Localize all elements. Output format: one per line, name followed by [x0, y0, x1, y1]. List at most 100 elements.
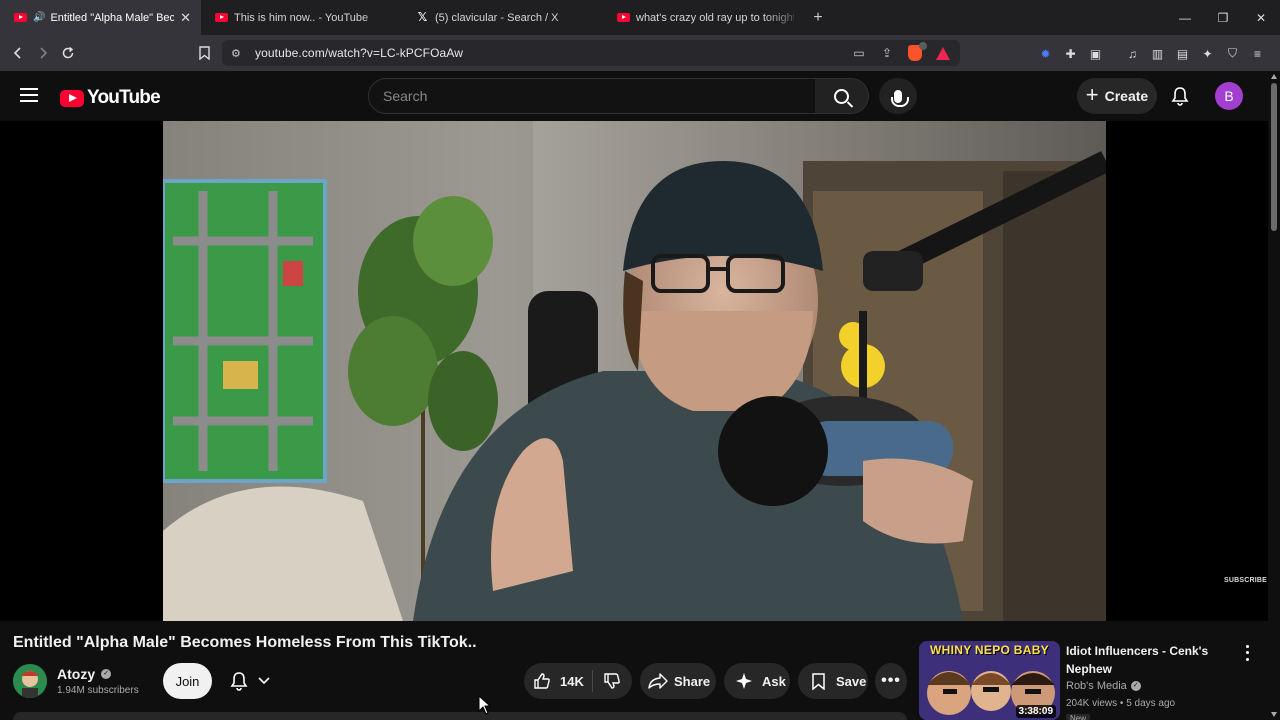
save-bookmark-icon	[808, 671, 828, 691]
extension-icon[interactable]: ✹	[1036, 44, 1055, 63]
scroll-up-icon[interactable]	[1271, 74, 1277, 79]
wallet-icon[interactable]: ▤	[1173, 44, 1192, 63]
page-scrollbar[interactable]	[1268, 71, 1280, 720]
recommended-video-title[interactable]: Idiot Influencers - Cenk's Nephew	[1066, 642, 1216, 678]
search-icon	[834, 88, 849, 104]
window-controls: — ❐ ✕	[1166, 0, 1280, 35]
search-button[interactable]	[815, 78, 869, 114]
screenshot-icon[interactable]: ▣	[1086, 44, 1105, 63]
back-icon[interactable]	[6, 41, 30, 65]
dislike-button[interactable]	[593, 671, 631, 691]
notifications-bell-icon[interactable]	[1169, 85, 1191, 107]
ask-label: Ask	[762, 673, 786, 689]
browser-tab[interactable]: 𝕏 (5) clavicular - Search / X	[402, 0, 603, 35]
thumbnail-caption: WHINY NEPO BABY	[930, 643, 1049, 657]
share-button[interactable]: Share	[640, 663, 716, 699]
account-avatar[interactable]: B	[1215, 82, 1243, 110]
subscription-notifications-button[interactable]	[220, 663, 280, 699]
more-actions-button[interactable]: •••	[875, 663, 907, 699]
sparkle-icon	[734, 671, 754, 691]
plus-icon: +	[1085, 82, 1099, 107]
vpn-icon[interactable]: ⛉	[1223, 44, 1242, 63]
channel-name-text: Atozy	[57, 666, 96, 682]
media-icon[interactable]: ♫	[1123, 44, 1142, 63]
reload-icon[interactable]	[56, 41, 80, 65]
url-text: youtube.com/watch?v=LC-kPCFOaAw	[255, 46, 463, 60]
like-button[interactable]: 14K	[524, 671, 592, 691]
restore-icon[interactable]: ❐	[1204, 0, 1242, 35]
youtube-favicon-icon	[215, 13, 228, 22]
address-bar[interactable]: ⚙ youtube.com/watch?v=LC-kPCFOaAw ▭ ⇪	[222, 40, 960, 66]
close-tab-icon[interactable]: ✕	[180, 10, 191, 26]
like-count: 14K	[560, 673, 584, 689]
microphone-icon	[891, 89, 909, 107]
recommended-channel-name: Rob's Media	[1066, 680, 1127, 692]
browser-toolbar: ⚙ youtube.com/watch?v=LC-kPCFOaAw ▭ ⇪ ✹ …	[0, 35, 1280, 71]
recommended-channel[interactable]: Rob's Media ✓	[1066, 680, 1141, 692]
like-dislike-group: 14K	[524, 663, 632, 699]
join-button[interactable]: Join	[163, 663, 212, 699]
create-button[interactable]: + Create	[1077, 78, 1157, 114]
recommended-video-meta: 204K views • 5 days ago	[1066, 698, 1176, 709]
bookmark-icon[interactable]	[192, 41, 216, 65]
youtube-play-icon	[60, 89, 84, 107]
brave-rewards-icon[interactable]	[934, 44, 952, 62]
share-page-icon[interactable]: ⇪	[878, 44, 896, 62]
search-input[interactable]	[369, 79, 815, 113]
hamburger-menu-icon[interactable]	[20, 88, 38, 102]
verified-check-icon: ✓	[101, 669, 112, 679]
thumbs-down-icon	[602, 671, 622, 691]
mouse-cursor-icon	[478, 695, 492, 715]
more-horizontal-icon: •••	[881, 672, 901, 689]
description-box-edge[interactable]	[13, 712, 907, 720]
verified-check-icon: ✓	[1130, 681, 1141, 691]
channel-avatar[interactable]	[13, 664, 47, 698]
browser-tab[interactable]: This is him now.. - YouTube	[201, 0, 402, 35]
forward-icon[interactable]	[31, 41, 55, 65]
share-arrow-icon	[648, 671, 668, 691]
search-box	[368, 78, 816, 114]
subscriber-count: 1.94M subscribers	[57, 685, 139, 696]
video-frame-image	[163, 121, 1106, 621]
save-button[interactable]: Save	[798, 663, 868, 699]
youtube-favicon-icon	[617, 13, 630, 22]
create-label: Create	[1104, 88, 1149, 104]
share-label: Share	[674, 673, 711, 689]
youtube-logo[interactable]: YouTube	[60, 87, 161, 109]
video-frame[interactable]	[163, 121, 1106, 621]
browser-menu-icon[interactable]: ≡	[1248, 44, 1267, 63]
sidebar-icon[interactable]: ▥	[1148, 44, 1167, 63]
subscribe-watermark[interactable]: SUBSCRIBE	[1224, 577, 1267, 584]
ask-button[interactable]: Ask	[724, 663, 790, 699]
browser-tab[interactable]: what's crazy old ray up to tonight? (g	[603, 0, 804, 35]
audio-playing-icon[interactable]: 🔊	[33, 12, 45, 23]
x-favicon-icon: 𝕏	[417, 10, 428, 24]
new-badge: New	[1066, 714, 1091, 720]
puzzle-icon[interactable]: ✚	[1061, 44, 1080, 63]
leo-ai-icon[interactable]: ✦	[1198, 44, 1217, 63]
close-window-icon[interactable]: ✕	[1242, 0, 1280, 35]
channel-name[interactable]: Atozy ✓	[57, 666, 112, 682]
save-label: Save	[836, 673, 867, 689]
cast-icon[interactable]: ▭	[850, 44, 868, 62]
scroll-down-icon[interactable]	[1271, 712, 1277, 717]
video-title: Entitled "Alpha Male" Becomes Homeless F…	[13, 634, 477, 651]
video-duration: 3:38:09	[1015, 705, 1056, 718]
chevron-down-icon	[258, 677, 270, 685]
more-vertical-icon[interactable]	[1240, 643, 1254, 663]
recommended-video-thumbnail[interactable]: WHINY NEPO BABY 3:38:09	[919, 641, 1060, 720]
logo-text: YouTube	[87, 87, 161, 108]
scrollbar-thumb[interactable]	[1271, 83, 1277, 231]
browser-tab-active[interactable]: 🔊 Entitled "Alpha Male" Becomes Homeless…	[0, 0, 201, 35]
youtube-header: YouTube + Create B	[0, 71, 1268, 121]
video-player[interactable]: SUBSCRIBE	[0, 121, 1268, 621]
brave-shields-icon[interactable]	[906, 42, 927, 62]
browser-tab-strip: 🔊 Entitled "Alpha Male" Becomes Homeless…	[0, 0, 1280, 35]
new-tab-button[interactable]: +	[804, 9, 832, 27]
bell-icon	[230, 672, 248, 691]
voice-search-button[interactable]	[879, 78, 917, 114]
minimize-icon[interactable]: —	[1166, 0, 1204, 35]
site-settings-icon[interactable]: ⚙	[231, 47, 243, 60]
youtube-favicon-icon	[14, 13, 27, 22]
tab-title: Entitled "Alpha Male" Becomes Homeless F…	[50, 11, 175, 24]
